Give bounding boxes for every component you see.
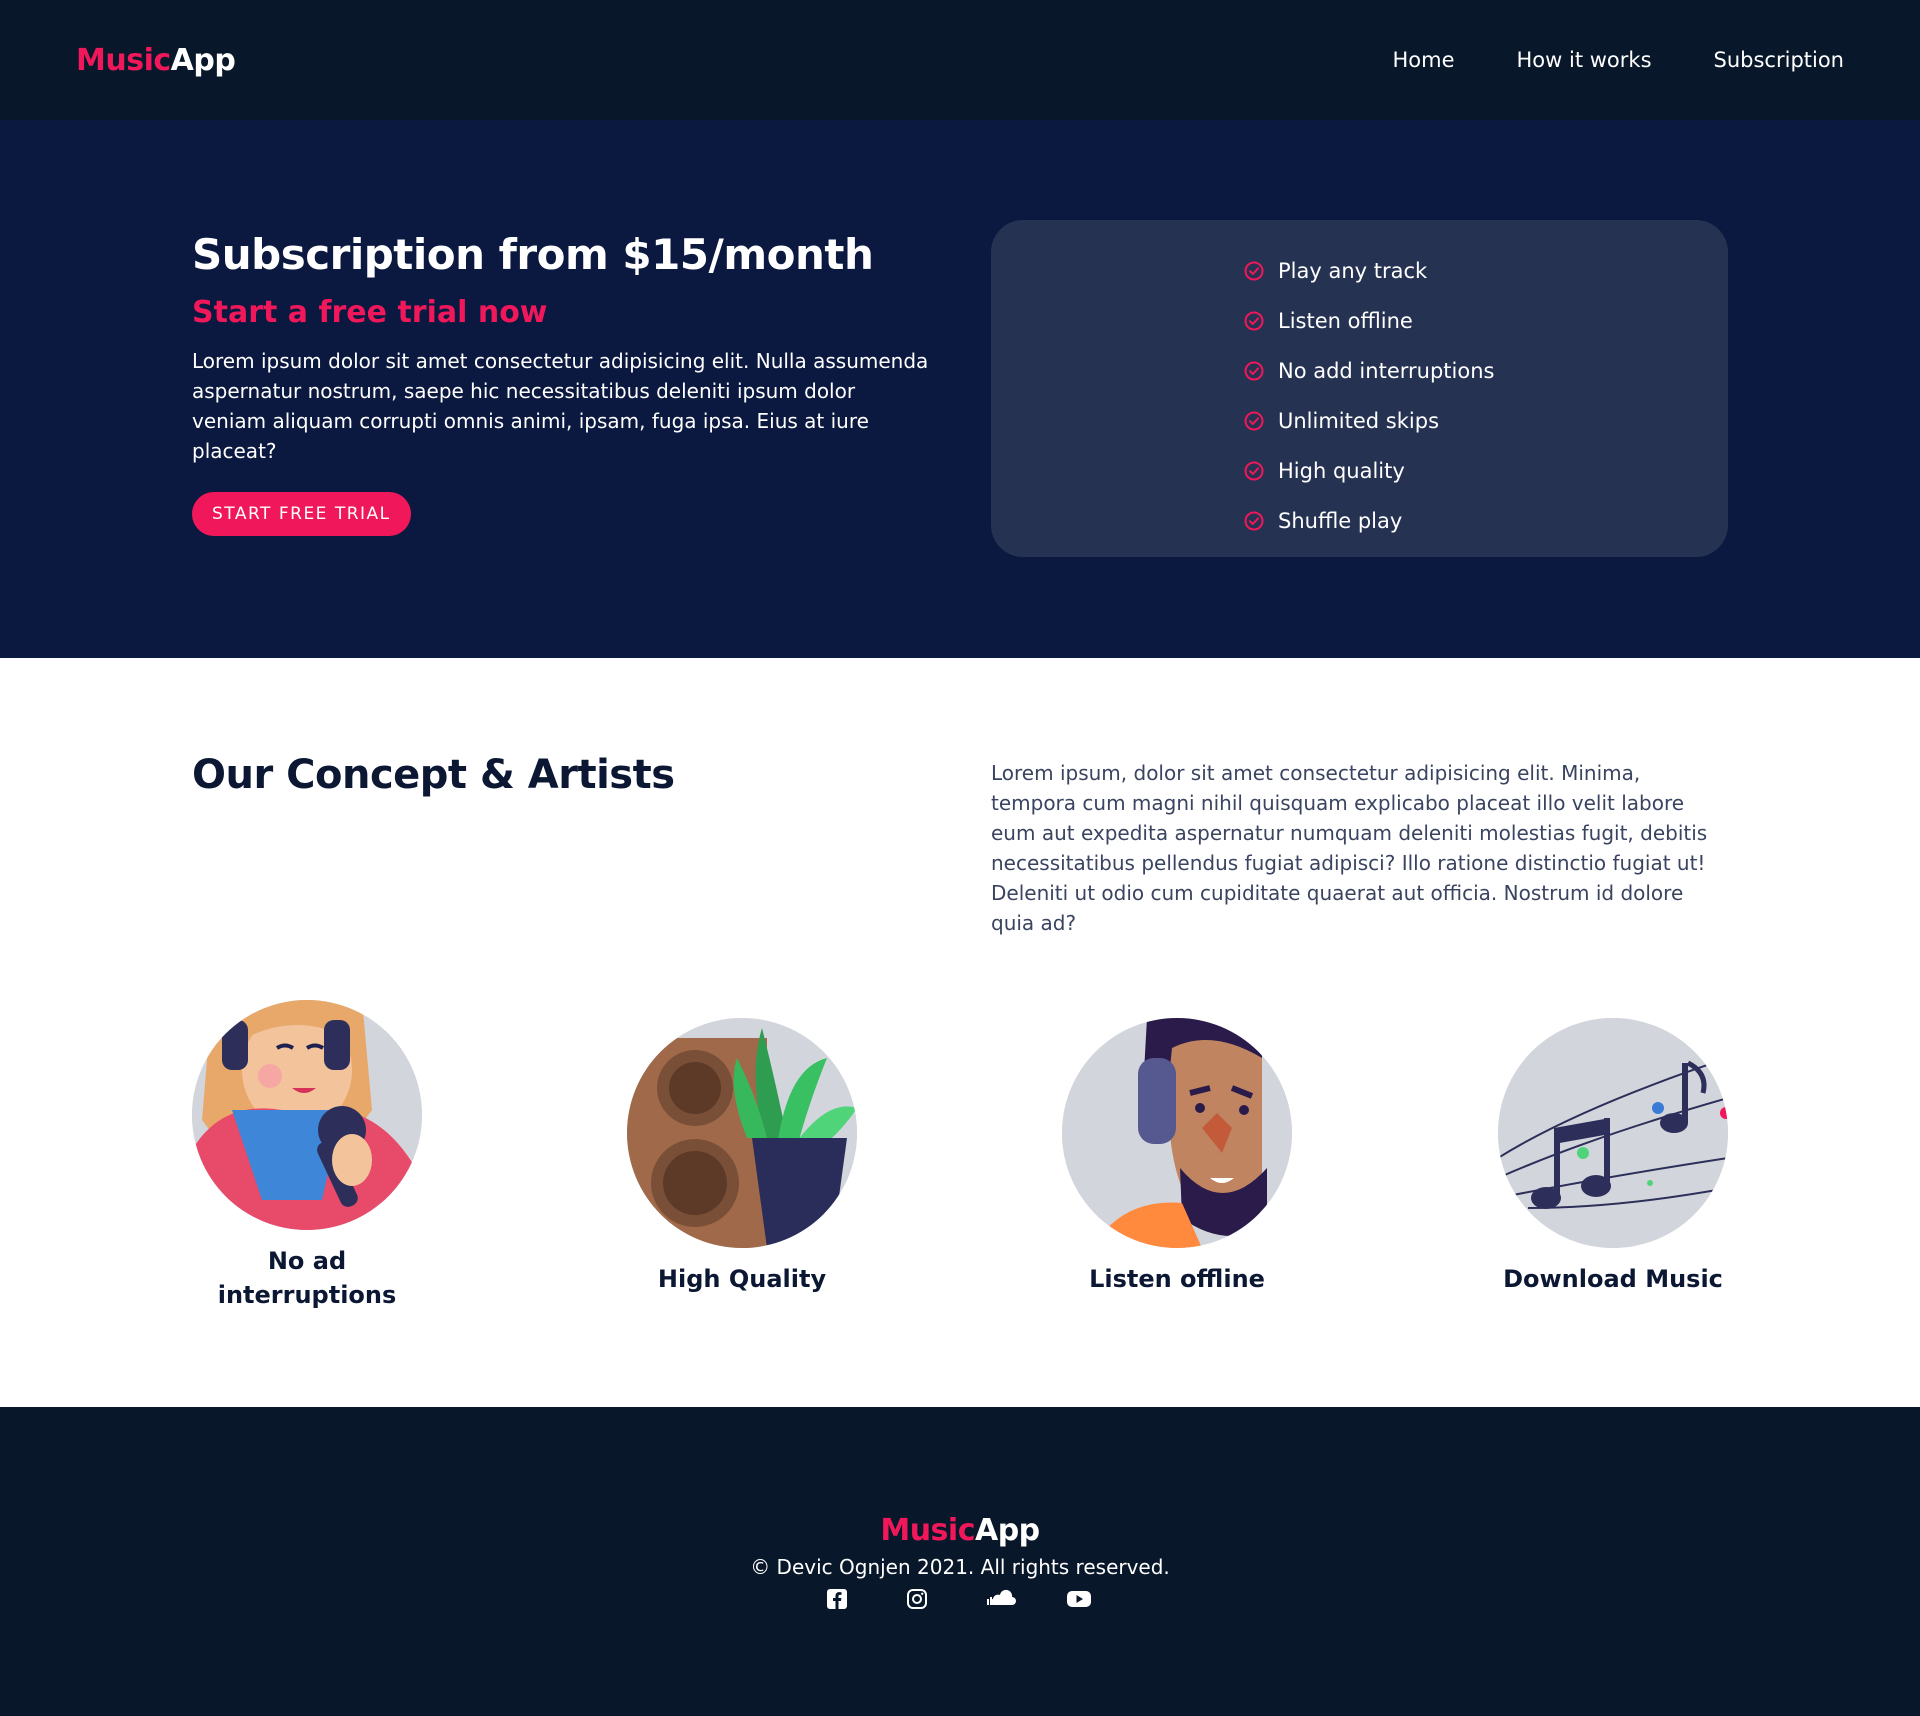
soundcloud-icon[interactable] xyxy=(985,1587,1016,1611)
hero-subtitle: Start a free trial now xyxy=(192,295,548,330)
feature-item: No add interruptions xyxy=(1244,346,1494,396)
features-list: Play any track Listen offline No add int… xyxy=(1244,246,1494,546)
singer-illustration xyxy=(192,1000,422,1230)
hero-content: Subscription from $15/month Start a free… xyxy=(192,230,932,536)
logo[interactable]: MusicApp xyxy=(76,42,236,78)
speaker-plant-illustration xyxy=(627,1018,857,1248)
concept-item-label: High Quality xyxy=(657,1265,827,1293)
site-footer: MusicApp © Devic Ognjen 2021. All rights… xyxy=(0,1407,1920,1716)
concept-item-label: Listen offline xyxy=(1089,1265,1265,1293)
check-circle-icon xyxy=(1244,511,1264,531)
feature-item: Listen offline xyxy=(1244,296,1494,346)
nav-subscription-link[interactable]: Subscription xyxy=(1714,48,1844,72)
check-circle-icon xyxy=(1244,311,1264,331)
footer-logo-accent: Music xyxy=(880,1513,975,1548)
logo-plain: App xyxy=(170,42,236,78)
feature-label: High quality xyxy=(1278,459,1405,483)
feature-label: No add interruptions xyxy=(1278,359,1495,383)
check-circle-icon xyxy=(1244,461,1264,481)
concept-item: No ad interruptions xyxy=(177,1000,437,1312)
check-circle-icon xyxy=(1244,261,1264,281)
concept-item: Download Music xyxy=(1483,1018,1743,1296)
concept-item: High Quality xyxy=(612,1018,872,1296)
footer-copyright: © Devic Ognjen 2021. All rights reserved… xyxy=(750,1555,1170,1579)
feature-item: Unlimited skips xyxy=(1244,396,1494,446)
nav-home-link[interactable]: Home xyxy=(1393,48,1455,72)
hero-description: Lorem ipsum dolor sit amet consectetur a… xyxy=(192,349,929,463)
feature-item: Play any track xyxy=(1244,246,1494,296)
start-free-trial-button[interactable]: START FREE TRIAL xyxy=(192,492,411,536)
logo-accent: Music xyxy=(76,42,171,78)
hero-section: Subscription from $15/month Start a free… xyxy=(0,120,1920,658)
feature-label: Unlimited skips xyxy=(1278,409,1440,433)
facebook-icon[interactable] xyxy=(825,1587,855,1611)
footer-logo-plain: App xyxy=(974,1513,1040,1548)
nav-how-it-works-link[interactable]: How it works xyxy=(1517,48,1652,72)
feature-label: Play any track xyxy=(1278,259,1428,283)
concept-title: Our Concept & Artists xyxy=(192,752,675,798)
music-notes-illustration xyxy=(1498,1018,1728,1248)
footer-logo[interactable]: MusicApp xyxy=(0,1513,1920,1548)
concept-item-label: No ad interruptions xyxy=(217,1247,397,1309)
features-card: Play any track Listen offline No add int… xyxy=(991,220,1728,557)
feature-item: High quality xyxy=(1244,446,1494,496)
main-nav: Home How it works Subscription xyxy=(1393,48,1845,72)
check-circle-icon xyxy=(1244,361,1264,381)
site-header: MusicApp Home How it works Subscription xyxy=(0,0,1920,120)
feature-label: Listen offline xyxy=(1278,309,1413,333)
concept-description: Lorem ipsum, dolor sit amet consectetur … xyxy=(991,761,1708,935)
hero-title: Subscription from $15/month xyxy=(192,230,874,279)
social-links xyxy=(0,1587,1920,1611)
concept-item-label: Download Music xyxy=(1503,1265,1723,1293)
feature-label: Shuffle play xyxy=(1278,509,1403,533)
man-headphones-illustration xyxy=(1062,1018,1292,1248)
concept-item: Listen offline xyxy=(1047,1018,1307,1296)
feature-item: Shuffle play xyxy=(1244,496,1494,546)
check-circle-icon xyxy=(1244,411,1264,431)
youtube-icon[interactable] xyxy=(1065,1587,1095,1611)
instagram-icon[interactable] xyxy=(905,1587,935,1611)
